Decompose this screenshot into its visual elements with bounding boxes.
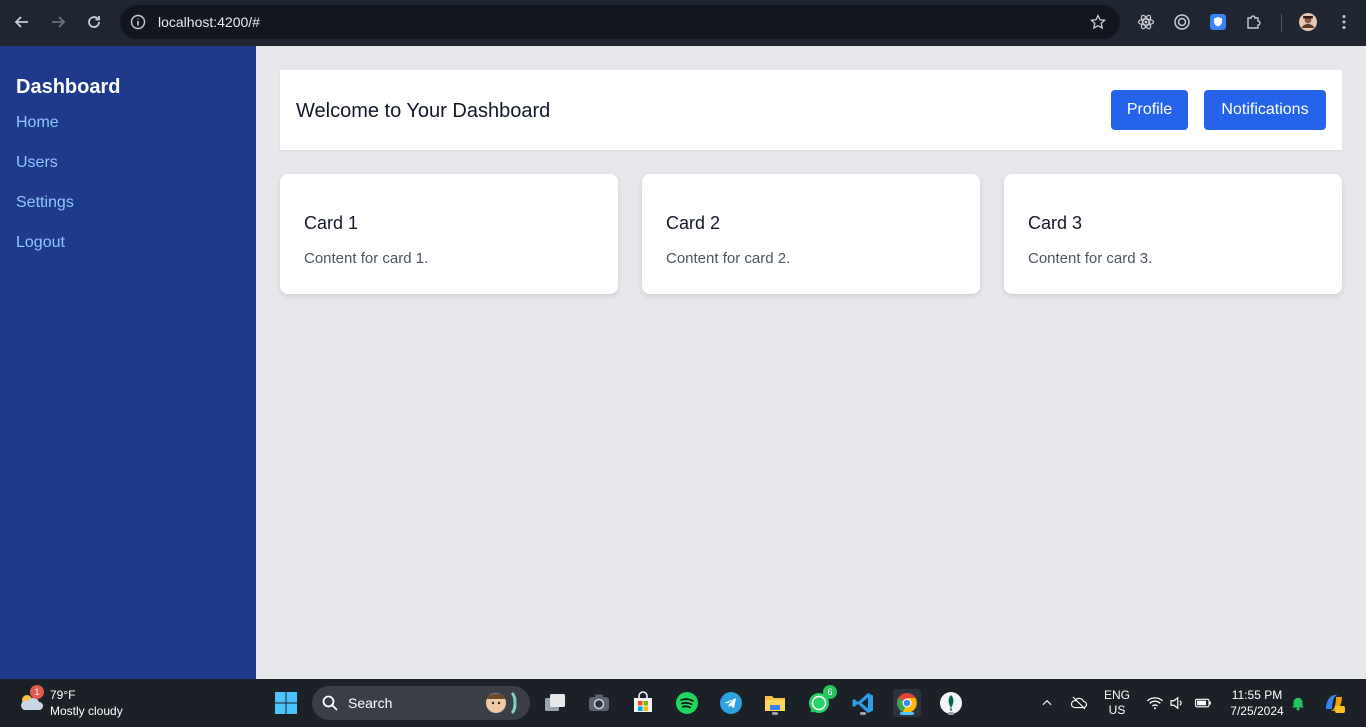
profile-button[interactable]: Profile bbox=[1111, 90, 1188, 130]
copilot-button[interactable] bbox=[1320, 689, 1348, 717]
toolbar-divider bbox=[1281, 14, 1282, 32]
forward-arrow-icon bbox=[52, 16, 66, 28]
bell-icon bbox=[1292, 697, 1304, 711]
whatsapp-badge: 6 bbox=[823, 685, 837, 699]
microsoft-store-icon bbox=[634, 691, 652, 712]
battery-button[interactable] bbox=[1189, 689, 1217, 717]
spotify-button[interactable] bbox=[673, 689, 701, 717]
copilot-icon bbox=[1326, 695, 1345, 713]
file-explorer-button[interactable] bbox=[761, 689, 789, 717]
volume-button[interactable] bbox=[1163, 689, 1191, 717]
whatsapp-button[interactable]: 6 bbox=[805, 685, 837, 717]
clock-date: 7/25/2024 bbox=[1230, 704, 1284, 718]
sidebar: Dashboard Home Users Settings Logout bbox=[0, 46, 256, 679]
taskbar: 1 79°F Mostly cloudy Search 6 ENG US 11:… bbox=[0, 679, 1366, 727]
reload-button[interactable] bbox=[76, 4, 112, 40]
sidebar-item-home[interactable]: Home bbox=[16, 114, 59, 132]
profile-avatar-icon bbox=[1299, 13, 1317, 31]
start-button[interactable] bbox=[272, 689, 300, 717]
sidebar-item-logout[interactable]: Logout bbox=[16, 234, 65, 252]
language-indicator[interactable]: ENG US bbox=[1099, 688, 1135, 718]
spotify-icon bbox=[676, 692, 698, 714]
shield-extension[interactable] bbox=[1207, 11, 1229, 33]
microsoft-store-button[interactable] bbox=[629, 689, 657, 717]
task-view-icon bbox=[545, 694, 565, 711]
taskbar-clock[interactable]: 11:55 PM 7/25/2024 bbox=[1222, 687, 1292, 719]
sidebar-item-settings[interactable]: Settings bbox=[16, 194, 74, 212]
running-indicator bbox=[772, 712, 778, 715]
target-icon bbox=[1174, 14, 1190, 30]
card-2: Card 2 Content for card 2. bbox=[642, 174, 980, 294]
chevron-up-icon bbox=[1042, 699, 1052, 706]
avatar[interactable] bbox=[1297, 11, 1319, 33]
card-content: Content for card 1. bbox=[304, 250, 429, 267]
active-indicator bbox=[900, 712, 914, 715]
vscode-button[interactable] bbox=[849, 689, 877, 717]
task-view-button[interactable] bbox=[541, 689, 569, 717]
language-code: ENG bbox=[1103, 688, 1130, 702]
search-label: Search bbox=[348, 695, 393, 711]
react-devtools-icon bbox=[1137, 14, 1155, 30]
main-content: Welcome to Your Dashboard Profile Notifi… bbox=[256, 46, 1366, 679]
star-icon[interactable] bbox=[1090, 14, 1106, 30]
sidebar-item-users[interactable]: Users bbox=[16, 154, 58, 172]
taskbar-search[interactable]: Search bbox=[312, 686, 530, 720]
shield-extension-icon bbox=[1210, 14, 1226, 30]
onedrive-button[interactable] bbox=[1065, 689, 1093, 717]
back-button[interactable] bbox=[4, 4, 40, 40]
search-icon bbox=[322, 695, 338, 711]
wifi-icon bbox=[1147, 697, 1163, 710]
show-hidden-icons-button[interactable] bbox=[1033, 689, 1061, 717]
address-bar[interactable]: localhost:4200/# bbox=[120, 5, 1120, 39]
mongodb-compass-button[interactable] bbox=[937, 689, 965, 717]
clock-time: 11:55 PM bbox=[1231, 688, 1283, 702]
forward-button[interactable] bbox=[40, 4, 76, 40]
browser-toolbar: localhost:4200/# bbox=[0, 0, 1366, 46]
card-3: Card 3 Content for card 3. bbox=[1004, 174, 1342, 294]
weather-badge: 1 bbox=[30, 685, 44, 699]
weather-temp: 79°F bbox=[50, 688, 76, 702]
camera-app-button[interactable] bbox=[585, 689, 613, 717]
weather-widget[interactable]: 1 79°F Mostly cloudy bbox=[14, 685, 144, 721]
running-indicator bbox=[948, 712, 954, 715]
react-devtools-extension[interactable] bbox=[1135, 11, 1157, 33]
windows-logo-icon bbox=[275, 692, 297, 714]
notifications-center-button[interactable] bbox=[1284, 689, 1312, 717]
card-content: Content for card 3. bbox=[1028, 250, 1153, 267]
card-1: Card 1 Content for card 1. bbox=[280, 174, 618, 294]
search-highlight-illustration-icon bbox=[486, 691, 517, 715]
battery-charging-icon bbox=[1194, 698, 1211, 708]
puzzle-icon bbox=[1247, 15, 1261, 29]
target-extension[interactable] bbox=[1171, 11, 1193, 33]
dashboard-header: Welcome to Your Dashboard Profile Notifi… bbox=[280, 70, 1342, 150]
camera-icon bbox=[589, 694, 609, 711]
keyboard-layout: US bbox=[1108, 703, 1126, 717]
back-arrow-icon bbox=[14, 16, 28, 28]
telegram-icon bbox=[720, 692, 742, 714]
cloud-offline-icon bbox=[1070, 696, 1087, 710]
reload-icon bbox=[88, 16, 100, 28]
card-title: Card 3 bbox=[1028, 213, 1083, 233]
telegram-button[interactable] bbox=[717, 689, 745, 717]
extensions-button[interactable] bbox=[1243, 11, 1265, 33]
sidebar-title: Dashboard bbox=[16, 76, 121, 98]
site-info-icon[interactable] bbox=[130, 14, 146, 30]
weather-condition: Mostly cloudy bbox=[50, 704, 123, 718]
page-title: Welcome to Your Dashboard bbox=[296, 100, 551, 122]
chrome-button[interactable] bbox=[893, 689, 921, 717]
card-content: Content for card 2. bbox=[666, 250, 791, 267]
speaker-icon bbox=[1170, 696, 1182, 710]
running-indicator bbox=[860, 712, 866, 715]
notifications-button[interactable]: Notifications bbox=[1204, 90, 1326, 130]
card-title: Card 1 bbox=[304, 213, 359, 233]
browser-menu-button[interactable] bbox=[1333, 11, 1355, 33]
card-title: Card 2 bbox=[666, 213, 721, 233]
url-text[interactable]: localhost:4200/# bbox=[158, 14, 260, 30]
kebab-menu-icon bbox=[1342, 15, 1346, 29]
